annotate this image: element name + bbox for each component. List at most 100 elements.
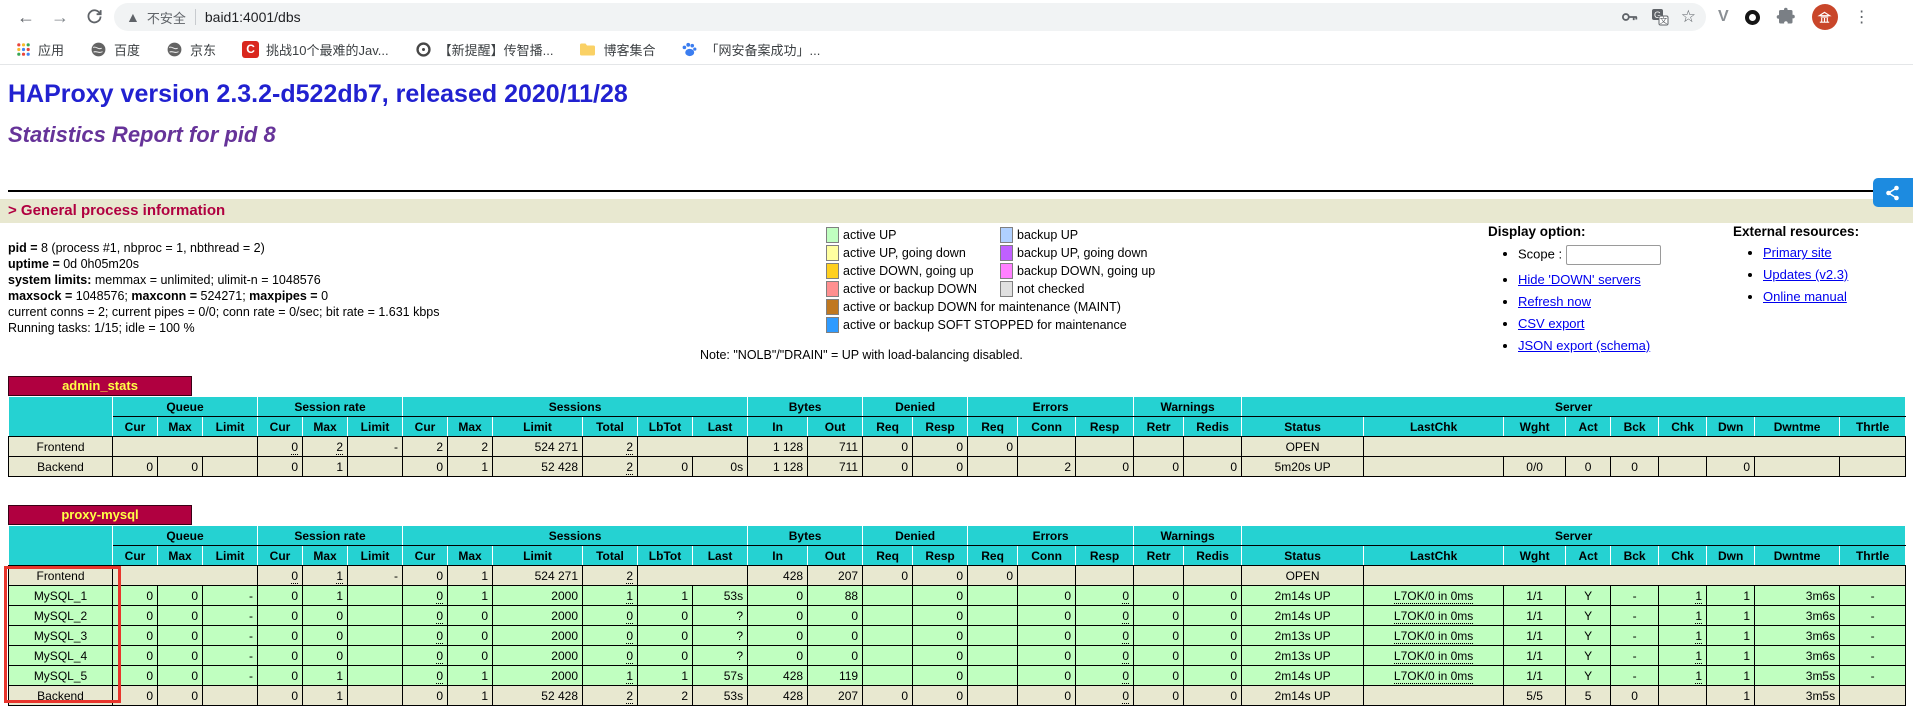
bookmark-star-icon[interactable]: ☆ [1681,7,1696,27]
csv-export-link[interactable]: CSV export [1518,316,1584,331]
stats-cell [862,605,914,626]
browser-menu-icon[interactable]: ⋮ [1854,7,1870,27]
bookmark-itcast[interactable]: 【新提醒】传智播... [415,40,553,59]
profile-avatar[interactable] [1811,4,1838,30]
column-group-header: Bytes [747,396,864,417]
bookmark-baidu[interactable]: 百度 [90,40,140,59]
stats-cell: 2m13s UP [1241,625,1365,646]
ring-extension-icon[interactable] [1744,9,1760,25]
column-header: Status [1241,545,1365,566]
column-group-header: Warnings [1133,525,1243,546]
stats-row-Backend: Backend 0 0 0 1 0 1 52 428 2 0 0s 1 128 711 0 0 2 0 0 0 5m2… [8,456,1907,477]
vue-devtools-extension-icon[interactable]: V [1718,8,1729,26]
scope-label: Scope : [1518,246,1563,262]
bookmark-csdn[interactable]: C 挑战10个最难的Jav... [242,40,389,59]
forward-button[interactable]: → [46,3,74,31]
legend-label: active or backup DOWN for maintenance (M… [843,300,1121,314]
stats-cell: 1/1 [1503,625,1567,646]
bookmark-apps[interactable]: 应用 [16,40,64,59]
stats-cell: 0 [157,645,203,666]
stats-cell: 0 [1183,625,1243,646]
hide-down-servers-link[interactable]: Hide 'DOWN' servers [1518,272,1641,287]
updates-link[interactable]: Updates (v2.3) [1763,267,1848,282]
online-manual-link[interactable]: Online manual [1763,289,1847,304]
stats-cell: 0 [1183,685,1243,706]
stats-cell [347,685,403,706]
stats-cell: 3m6s [1754,625,1841,646]
legend-swatch [1000,245,1013,261]
csdn-icon: C [242,40,260,58]
stats-cell: 0 [1133,625,1185,646]
stats-cell: Y [1565,605,1612,626]
process-info-line: Running tasks: 1/15; idle = 100 % [8,321,195,335]
stats-cell: 0 [1075,625,1135,646]
red-annotation-box [4,566,121,703]
stats-cell: OPEN [1241,436,1365,457]
stats-cell: 0 [637,625,693,646]
bookmark-tieba[interactable]: 「网安备案成功」... [681,40,820,59]
process-info-line: uptime = 0d 0h05m20s [8,257,139,271]
stats-cell: 0 [402,565,448,586]
column-header: Dwn [1706,545,1756,566]
primary-site-link[interactable]: Primary site [1763,245,1832,260]
bookmark-blog-folder[interactable]: 博客集合 [579,40,655,59]
password-key-icon[interactable] [1621,8,1639,26]
stats-cell [112,436,258,457]
admin-stats-section: admin_stats Queue Session rate Sessions Byt… [8,376,1907,477]
column-header: Redis [1183,416,1243,437]
stats-cell [967,645,1019,666]
stats-cell: 207 [807,685,864,706]
stats-cell: 1/1 [1503,645,1567,666]
legend-label: active or backup SOFT STOPPED for mainte… [843,318,1127,332]
json-export-link[interactable]: JSON export (schema) [1518,338,1650,353]
column-header: Last [691,416,749,437]
globe-icon [167,42,182,56]
display-options-heading: Display option: [1488,224,1586,239]
stats-cell: 1 [1658,605,1708,626]
ring-icon [415,41,431,57]
stats-cell: 2m14s UP [1241,605,1365,626]
stats-cell: 0 [1183,605,1243,626]
stats-cell: 1 128 [747,456,809,477]
column-header: Act [1565,545,1612,566]
stats-cell [967,456,1019,477]
back-button[interactable]: ← [12,3,40,31]
column-header: In [747,416,809,437]
legend-label: backup UP, going down [1017,246,1148,260]
section-heading: > General process information [8,202,226,219]
column-header: Resp [1075,545,1135,566]
bookmark-jd[interactable]: 京东 [166,40,216,59]
column-group-header: Queue [112,525,258,546]
stats-cell: 0 [257,665,303,686]
stats-cell: 0 [912,665,969,686]
stats-cell: 0 [1565,456,1612,477]
stats-cell [347,585,403,606]
stats-cell: 0 [402,685,448,706]
stats-cell: 0 [302,625,348,646]
refresh-now-item: Refresh now [1518,294,1723,309]
browser-window: ← → ▲ 不安全 baid1:4001/dbs G文 ☆ V ⋮ 应用 百度 … [0,0,1913,725]
apps-grid-icon [17,42,30,56]
stats-cell: 0 [157,685,203,706]
translate-icon[interactable]: G文 [1651,8,1669,26]
stats-cell: 0 [1133,605,1185,626]
scope-input[interactable] [1566,245,1662,265]
stats-cell: Y [1565,585,1612,606]
json-export-item: JSON export (schema) [1518,338,1723,353]
stats-cell: 2000 [492,625,583,646]
stats-cell: 0 [402,456,448,477]
reload-button[interactable] [80,3,108,31]
refresh-now-link[interactable]: Refresh now [1518,294,1591,309]
stats-cell: 1/1 [1503,585,1567,606]
extensions-puzzle-icon[interactable] [1776,7,1796,27]
process-info-line: maxsock = 1048576; maxconn = 524271; max… [8,289,329,303]
bookmark-label: 「网安备案成功」... [705,42,821,58]
share-floating-button[interactable] [1873,178,1913,207]
stats-cell: 2000 [492,585,583,606]
address-bar[interactable]: ▲ 不安全 baid1:4001/dbs G文 ☆ [114,3,1706,31]
stats-cell: 0 [257,565,303,586]
stats-cell: 0s [691,456,749,477]
stats-cell: 5m20s UP [1241,456,1365,477]
stats-cell: 53s [691,685,749,706]
legend-swatch [1000,281,1013,297]
